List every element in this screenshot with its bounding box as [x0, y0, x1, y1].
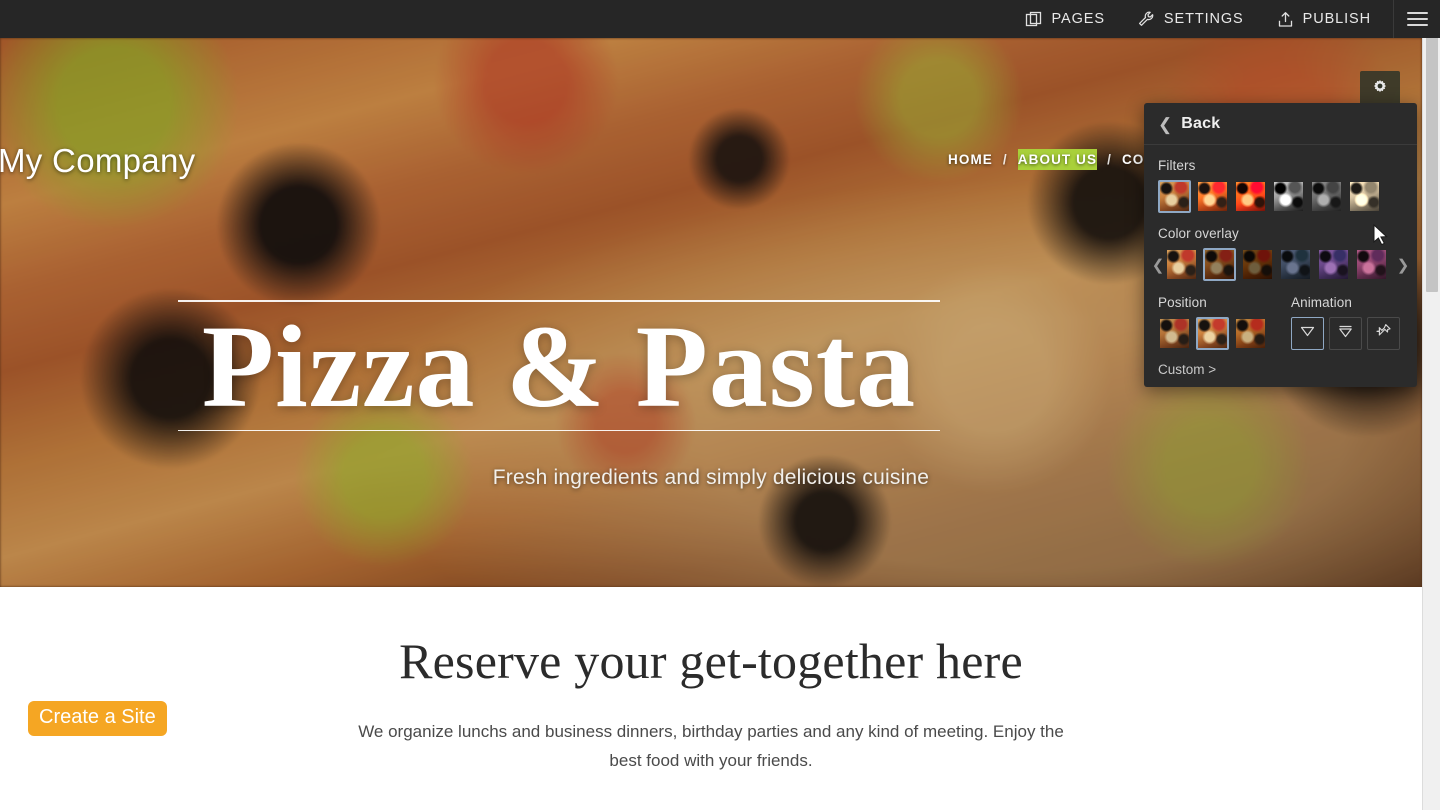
topbar-pages-button[interactable]: PAGES	[1009, 0, 1121, 38]
color-overlay-thumbnail-row	[1165, 248, 1396, 281]
topbar-settings-label: SETTINGS	[1163, 11, 1244, 27]
topbar-pages-label: PAGES	[1051, 11, 1105, 27]
animation-label: Animation	[1291, 295, 1352, 310]
editor-topbar: PAGES SETTINGS PUBLISH	[0, 0, 1440, 38]
vertical-scrollbar[interactable]	[1422, 0, 1440, 810]
position-group: Position	[1144, 281, 1267, 350]
overlay-next-arrow-icon[interactable]: ❯	[1396, 256, 1410, 274]
filter-option-sepia[interactable]	[1348, 180, 1381, 213]
overlay-option-pink[interactable]	[1355, 248, 1388, 281]
scroll-down-icon	[1337, 324, 1354, 344]
app-root: PAGES SETTINGS PUBLISH My Company HOME /…	[0, 0, 1440, 810]
overlay-option-purple[interactable]	[1317, 248, 1350, 281]
topbar-publish-label: PUBLISH	[1302, 11, 1371, 27]
filters-thumbnail-row	[1144, 180, 1417, 213]
animation-option-scroll[interactable]	[1329, 317, 1362, 350]
position-option-top[interactable]	[1158, 317, 1191, 350]
hero-title-block[interactable]: Pizza & Pasta	[178, 300, 940, 432]
topbar-publish-button[interactable]: PUBLISH	[1260, 0, 1387, 38]
parallax-down-icon	[1299, 324, 1316, 344]
custom-link[interactable]: Custom >	[1144, 350, 1230, 379]
section-heading: Reserve your get-together here	[399, 633, 1023, 689]
animation-option-parallax[interactable]	[1291, 317, 1324, 350]
filters-label: Filters	[1158, 158, 1196, 173]
filter-option-original[interactable]	[1158, 180, 1191, 213]
scrollbar-thumb[interactable]	[1426, 20, 1438, 292]
filter-option-grayscale[interactable]	[1272, 180, 1305, 213]
site-logo[interactable]: My Company	[0, 142, 195, 180]
position-label: Position	[1158, 295, 1207, 310]
panel-back-button[interactable]: ❮ Back	[1144, 103, 1417, 145]
content-section: Reserve your get-together here We organi…	[0, 587, 1422, 775]
pin-icon	[1375, 323, 1392, 344]
position-thumbnail-row	[1158, 317, 1267, 350]
chevron-left-icon: ❮	[1158, 114, 1173, 134]
position-option-bottom[interactable]	[1234, 317, 1267, 350]
animation-group: Animation	[1267, 281, 1400, 350]
position-animation-row: Position Animation	[1144, 281, 1417, 350]
site-nav: HOME / ABOUT US / CONTA	[948, 149, 1174, 170]
nav-separator-2: /	[1107, 152, 1112, 167]
background-settings-panel: ❮ Back Filters Color overlay ❮ ❯ Positio…	[1144, 103, 1417, 387]
color-overlay-label: Color overlay	[1158, 226, 1239, 241]
filter-option-warm[interactable]	[1196, 180, 1229, 213]
hamburger-icon	[1406, 12, 1428, 26]
section-body-text: We organize lunchs and business dinners,…	[358, 722, 1064, 770]
overlay-option-dark[interactable]	[1203, 248, 1236, 281]
overlay-option-blue[interactable]	[1279, 248, 1312, 281]
hero-settings-button[interactable]	[1360, 71, 1400, 105]
overlay-option-deep[interactable]	[1241, 248, 1274, 281]
overlay-option-none[interactable]	[1165, 248, 1198, 281]
nav-item-about-us[interactable]: ABOUT US	[1017, 149, 1098, 170]
color-overlay-row: ❮ ❯	[1144, 248, 1417, 281]
hero-subtitle: Fresh ingredients and simply delicious c…	[492, 466, 930, 489]
filter-option-orange[interactable]	[1234, 180, 1267, 213]
upload-icon	[1276, 10, 1295, 29]
create-a-site-badge[interactable]: Create a Site	[28, 701, 167, 736]
wrench-icon	[1137, 10, 1156, 29]
animation-button-row	[1291, 317, 1400, 350]
position-option-center[interactable]	[1196, 317, 1229, 350]
pages-icon	[1025, 10, 1044, 29]
gear-icon	[1372, 78, 1388, 99]
hero-title: Pizza & Pasta	[201, 300, 917, 432]
overlay-prev-arrow-icon[interactable]: ❮	[1151, 256, 1165, 274]
hamburger-menu-button[interactable]	[1394, 0, 1440, 38]
panel-back-label: Back	[1181, 115, 1221, 132]
nav-item-home[interactable]: HOME	[948, 149, 993, 170]
nav-separator-1: /	[1002, 152, 1008, 167]
filter-option-dark-grayscale[interactable]	[1310, 180, 1343, 213]
topbar-settings-button[interactable]: SETTINGS	[1121, 0, 1260, 38]
animation-option-pin[interactable]	[1367, 317, 1400, 350]
